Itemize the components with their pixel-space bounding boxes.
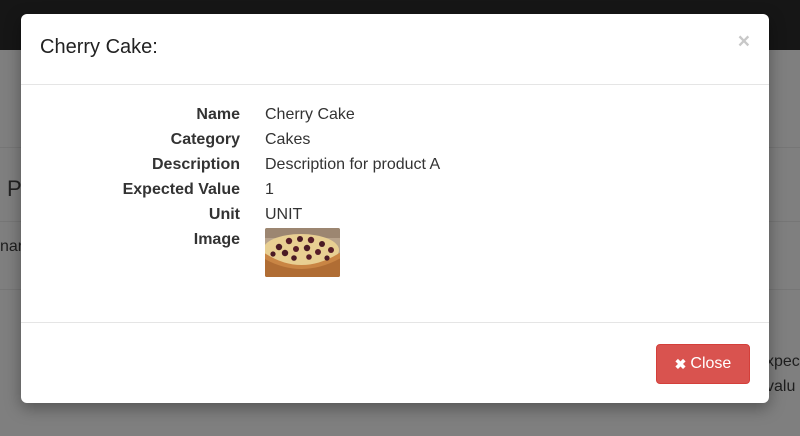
detail-label: Unit (208, 206, 240, 223)
page-right-text: xpec (766, 353, 800, 370)
detail-label: Name (196, 106, 240, 123)
detail-row-image: Image (21, 231, 769, 256)
detail-value: UNIT (265, 206, 303, 223)
close-button[interactable]: ✖ Close (656, 344, 750, 384)
detail-label: Expected Value (122, 181, 240, 198)
modal-footer: ✖ Close (21, 322, 769, 403)
detail-row-expected-value: Expected Value 1 (21, 181, 769, 206)
times-icon: ✖ (674, 355, 687, 372)
detail-label: Description (151, 156, 240, 173)
detail-row-name: Name Cherry Cake (21, 106, 769, 131)
product-detail-modal: Cherry Cake: × Name Cherry Cake Category… (21, 14, 769, 403)
modal-body: Name Cherry Cake Category Cakes Descript… (21, 85, 769, 322)
detail-label: Category (170, 131, 240, 148)
modal-title: Cherry Cake: (40, 36, 158, 58)
detail-row-category: Category Cakes (21, 131, 769, 156)
page-right-text: valu (766, 378, 796, 395)
detail-row-unit: Unit UNIT (21, 206, 769, 231)
close-button-label: Close (690, 355, 732, 372)
page-section-title: P (7, 176, 22, 201)
detail-label: Image (193, 231, 240, 248)
detail-row-description: Description Description for product A (21, 156, 769, 181)
modal-header: Cherry Cake: × (21, 14, 769, 85)
detail-value: Description for product A (265, 156, 441, 173)
page-table-cell: nar (0, 238, 24, 255)
product-image (265, 228, 340, 277)
detail-value: 1 (265, 181, 274, 198)
detail-value: Cherry Cake (265, 106, 355, 123)
detail-value: Cakes (265, 131, 311, 148)
close-icon[interactable]: × (738, 31, 750, 52)
